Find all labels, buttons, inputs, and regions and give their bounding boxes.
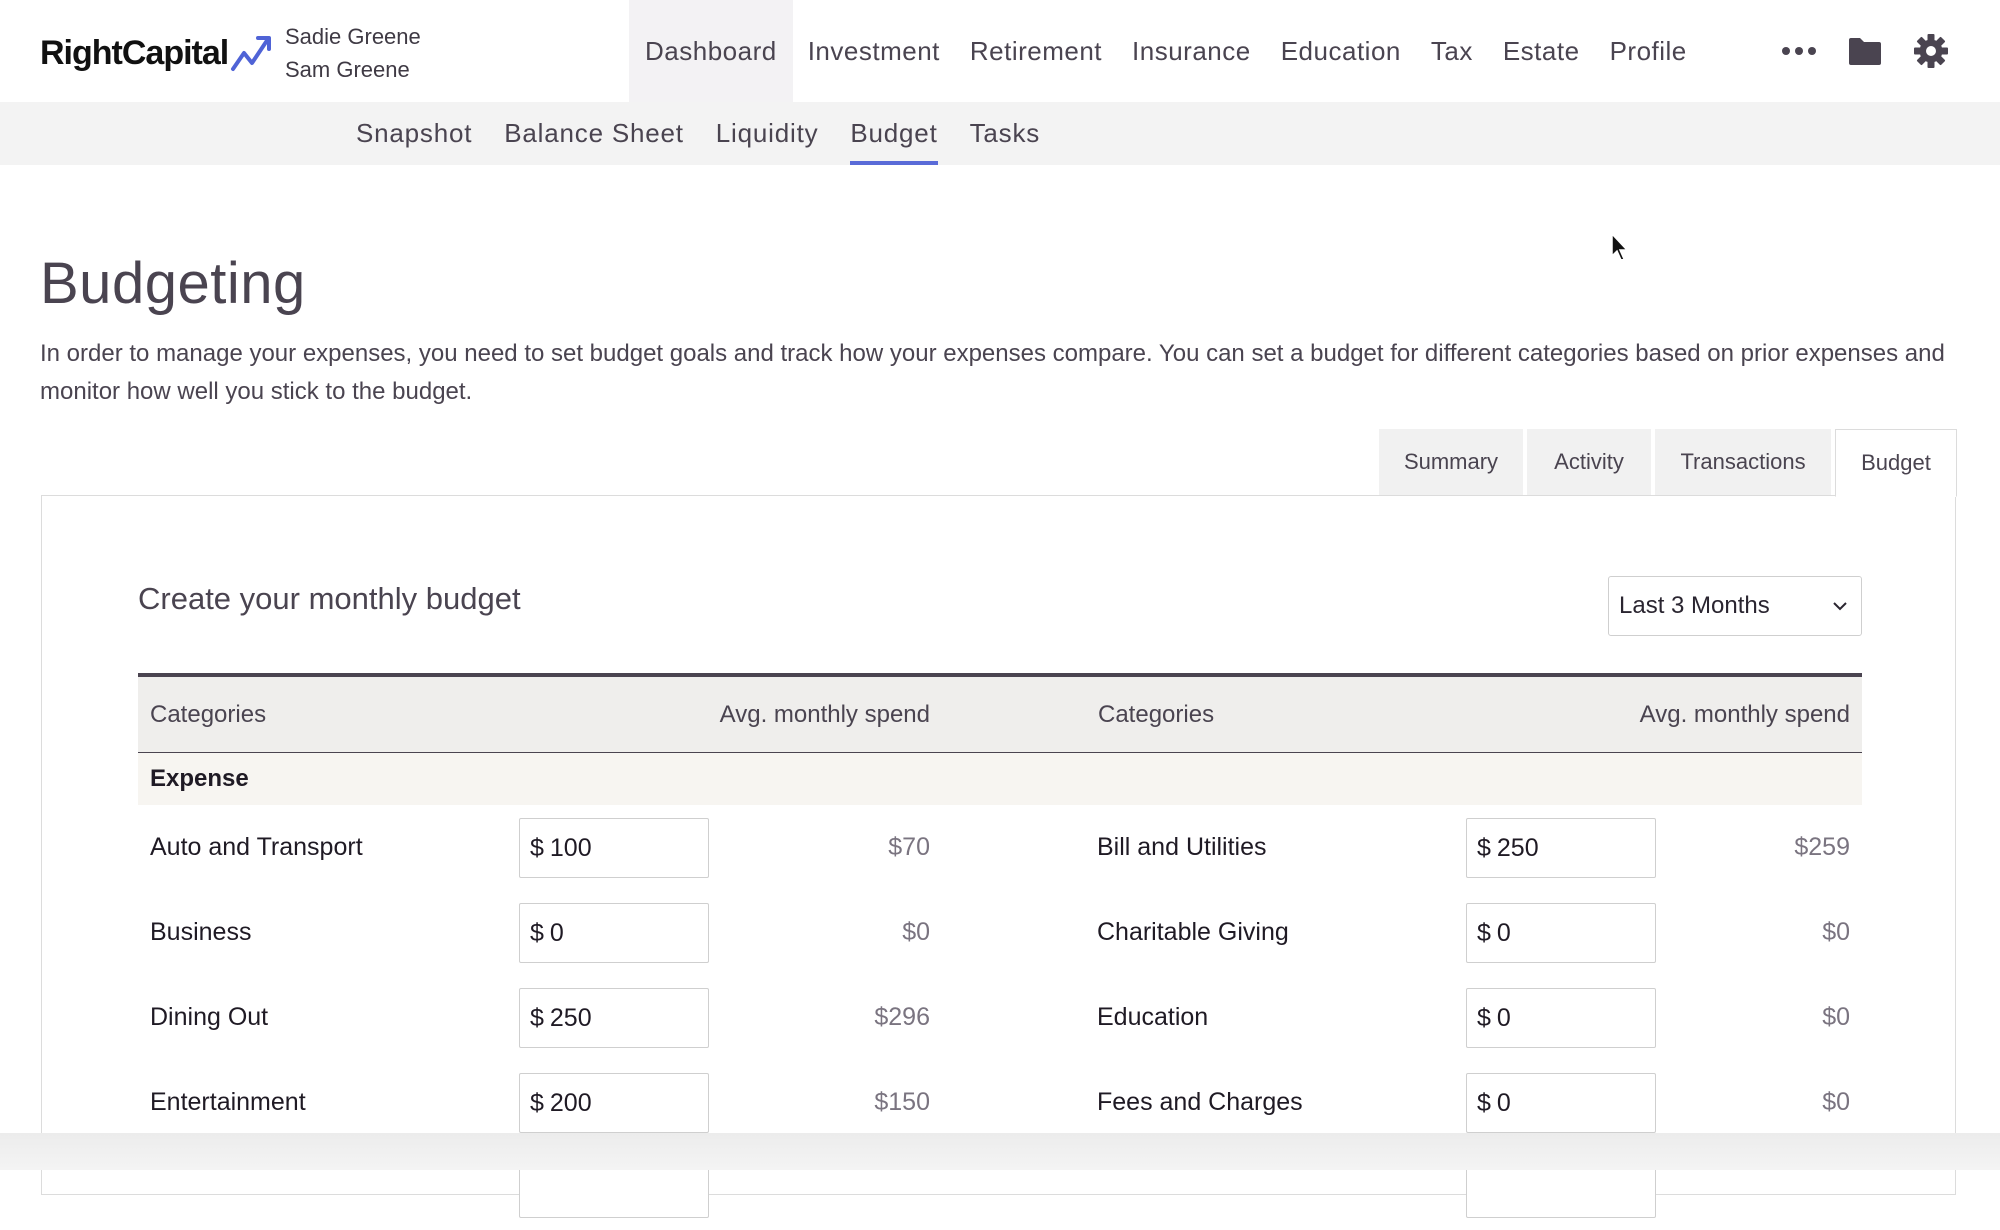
- table-row: Business $0 $0 Charitable Giving $0 $0: [138, 890, 1862, 975]
- tab-activity[interactable]: Activity: [1527, 429, 1651, 495]
- budget-input[interactable]: $0: [1466, 1073, 1656, 1133]
- budget-value: 0: [1496, 1003, 1511, 1032]
- budget-tabs: Summary Activity Transactions Budget: [1375, 429, 1957, 497]
- header-avg-spend: Avg. monthly spend: [1639, 701, 1850, 728]
- currency-symbol: $: [530, 918, 544, 947]
- category-label: Dining Out: [150, 1003, 269, 1031]
- category-label: Education: [1097, 1003, 1209, 1031]
- budget-input[interactable]: $0: [1466, 903, 1656, 963]
- folder-icon[interactable]: [1841, 27, 1889, 75]
- budget-value: 250: [1496, 833, 1539, 862]
- nav-tax[interactable]: Tax: [1416, 0, 1488, 102]
- sub-nav: Snapshot Balance Sheet Liquidity Budget …: [0, 102, 2000, 165]
- currency-symbol: $: [530, 833, 544, 862]
- budget-value: 250: [549, 1003, 592, 1032]
- group-label: Expense: [150, 765, 249, 792]
- chevron-down-icon: [1833, 602, 1847, 611]
- budget-input[interactable]: $0: [1466, 988, 1656, 1048]
- avg-spend: $296: [874, 1003, 930, 1031]
- subnav-tasks[interactable]: Tasks: [970, 102, 1040, 165]
- subnav-balance-sheet[interactable]: Balance Sheet: [504, 102, 684, 165]
- avg-spend: $259: [1794, 833, 1850, 861]
- budget-input[interactable]: $250: [519, 988, 709, 1048]
- budget-value: 0: [1496, 918, 1511, 947]
- budget-input[interactable]: $200: [519, 1073, 709, 1133]
- mouse-cursor-icon: [1611, 232, 1629, 261]
- header-categories: Categories: [1098, 701, 1215, 728]
- category-label: Auto and Transport: [150, 833, 363, 861]
- category-label: Bill and Utilities: [1097, 833, 1267, 861]
- group-row: Expense: [138, 753, 1862, 805]
- bottom-scroll-edge: [0, 1133, 2000, 1170]
- budget-input[interactable]: $0: [519, 903, 709, 963]
- page-title: Budgeting: [40, 251, 306, 316]
- currency-symbol: $: [1477, 1088, 1491, 1117]
- header-categories: Categories: [150, 701, 267, 728]
- subnav-budget[interactable]: Budget: [850, 102, 938, 165]
- budget-input[interactable]: $100: [519, 818, 709, 878]
- client-names: Sadie Greene Sam Greene: [285, 20, 421, 86]
- category-label: Charitable Giving: [1097, 918, 1289, 946]
- currency-symbol: $: [1477, 1003, 1491, 1032]
- budget-panel: Create your monthly budget Last 3 Months…: [41, 495, 1956, 1218]
- table-row: Dining Out $250 $296 Education $0 $0: [138, 975, 1862, 1060]
- page-description: In order to manage your expenses, you ne…: [40, 340, 1945, 405]
- budget-value: 0: [549, 918, 564, 947]
- brand-logo[interactable]: RightCapital: [40, 28, 274, 78]
- nav-retirement[interactable]: Retirement: [955, 0, 1117, 102]
- budget-value: 0: [1496, 1088, 1511, 1117]
- nav-estate[interactable]: Estate: [1488, 0, 1595, 102]
- top-header: RightCapital Sadie Greene Sam Greene Das…: [0, 0, 2000, 102]
- budget-value: 100: [549, 833, 592, 862]
- nav-education[interactable]: Education: [1266, 0, 1416, 102]
- avg-spend: $0: [1822, 1003, 1850, 1031]
- currency-symbol: $: [530, 1003, 544, 1032]
- category-label: Business: [150, 918, 252, 946]
- nav-profile[interactable]: Profile: [1595, 0, 1702, 102]
- trend-arrow-icon: [231, 36, 272, 71]
- currency-symbol: $: [1477, 833, 1491, 862]
- budget-value: 200: [549, 1088, 592, 1117]
- panel-title: Create your monthly budget: [138, 581, 521, 616]
- subnav-liquidity[interactable]: Liquidity: [716, 102, 819, 165]
- avg-spend: $70: [888, 833, 930, 861]
- period-select[interactable]: Last 3 Months: [1608, 576, 1862, 636]
- tab-summary[interactable]: Summary: [1379, 429, 1523, 495]
- table-header: Categories Avg. monthly spend Categories…: [138, 673, 1862, 753]
- budget-input[interactable]: $250: [1466, 818, 1656, 878]
- nav-investment[interactable]: Investment: [793, 0, 955, 102]
- avg-spend: $0: [1822, 918, 1850, 946]
- avg-spend: $0: [902, 918, 930, 946]
- more-icon[interactable]: [1775, 27, 1823, 75]
- period-select-value: Last 3 Months: [1619, 592, 1770, 619]
- table-row: Auto and Transport $100 $70 Bill and Uti…: [138, 805, 1862, 890]
- tab-transactions[interactable]: Transactions: [1655, 429, 1831, 495]
- currency-symbol: $: [1477, 918, 1491, 947]
- subnav-snapshot[interactable]: Snapshot: [356, 102, 472, 165]
- nav-dashboard[interactable]: Dashboard: [629, 0, 793, 102]
- main-nav: Dashboard Investment Retirement Insuranc…: [629, 0, 1702, 102]
- client-name: Sadie Greene: [285, 24, 421, 49]
- brand-name: RightCapital: [40, 33, 229, 72]
- nav-insurance[interactable]: Insurance: [1117, 0, 1266, 102]
- gear-icon[interactable]: [1907, 27, 1955, 75]
- header-icons: [1775, 0, 1973, 102]
- currency-symbol: $: [530, 1088, 544, 1117]
- client-name: Sam Greene: [285, 57, 410, 82]
- header-avg-spend: Avg. monthly spend: [719, 701, 930, 728]
- tab-budget[interactable]: Budget: [1835, 429, 1957, 497]
